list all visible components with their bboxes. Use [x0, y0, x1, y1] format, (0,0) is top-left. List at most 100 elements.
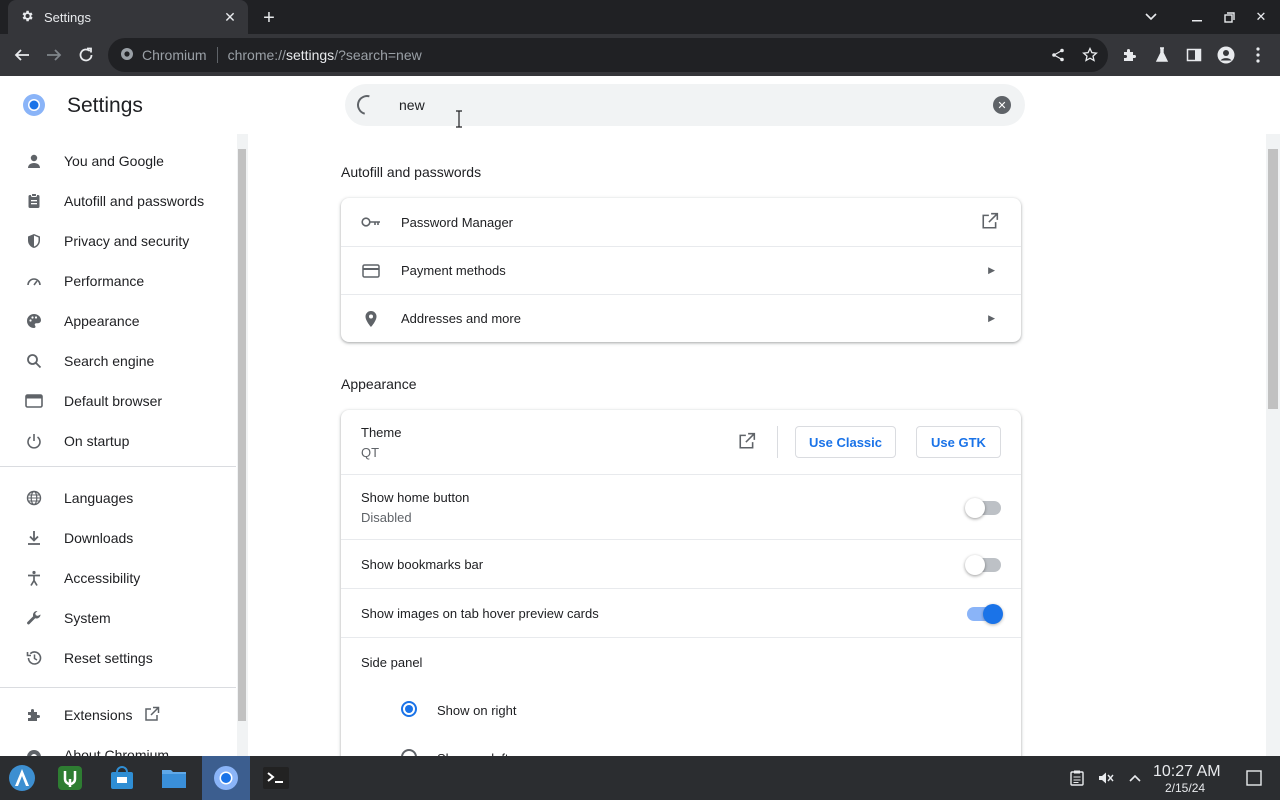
app-launcher-icon[interactable]: [6, 762, 38, 794]
chromium-taskbar-icon[interactable]: [202, 756, 250, 800]
main-scrollbar-thumb[interactable]: [1268, 149, 1278, 409]
toggle-knob: [965, 498, 985, 518]
row-divider: [341, 588, 1021, 589]
theme-value: QT: [361, 445, 380, 460]
sidebar-item-privacy[interactable]: Privacy and security: [0, 221, 236, 261]
sidebar-item-languages[interactable]: Languages: [0, 478, 236, 518]
bookmarks-bar-label: Show bookmarks bar: [361, 557, 484, 572]
use-classic-button[interactable]: Use Classic: [795, 426, 896, 458]
row-divider: [341, 637, 1021, 638]
sidebar-scrollbar-thumb[interactable]: [238, 149, 246, 721]
browser-toolbar: Chromium chrome://settings/?search=new: [0, 34, 1280, 76]
chromium-site-icon: [120, 47, 134, 64]
password-manager-row[interactable]: Password Manager: [341, 198, 1021, 246]
open-in-new-icon[interactable]: [738, 432, 758, 452]
bookmarks-bar-toggle[interactable]: [965, 555, 1001, 575]
sidebar-item-downloads[interactable]: Downloads: [0, 518, 236, 558]
settings-page: Settings ✕ You and Google Autofill and p…: [0, 76, 1280, 770]
clipboard-icon: [24, 191, 44, 211]
sidebar-divider: [0, 687, 236, 688]
chromium-icon: [24, 747, 44, 756]
open-in-new-icon: [981, 212, 1001, 232]
sidebar-item-performance[interactable]: Performance: [0, 261, 236, 301]
sidebar-item-label: Reset settings: [64, 650, 153, 666]
sidebar-item-default-browser[interactable]: Default browser: [0, 381, 236, 421]
browser-tab-strip: Settings ✕ + ✕: [0, 0, 1280, 34]
settings-search-box[interactable]: ✕: [345, 84, 1025, 126]
sidebar-item-accessibility[interactable]: Accessibility: [0, 558, 236, 598]
row-label: Addresses and more: [401, 311, 521, 326]
side-panel-label: Side panel: [361, 655, 423, 670]
palette-icon: [24, 311, 44, 331]
shield-icon: [24, 231, 44, 251]
side-panel-right-label: Show on right: [437, 703, 517, 718]
clock-date[interactable]: 2/15/24: [1165, 781, 1205, 795]
power-icon: [24, 431, 44, 451]
side-panel-icon[interactable]: [1183, 44, 1205, 66]
address-bar[interactable]: Chromium chrome://settings/?search=new: [108, 38, 1108, 72]
sidebar-item-system[interactable]: System: [0, 598, 236, 638]
use-gtk-button[interactable]: Use GTK: [916, 426, 1001, 458]
search-input[interactable]: [399, 97, 959, 113]
globe-icon: [24, 488, 44, 508]
sidebar-item-label: System: [64, 610, 111, 626]
maximize-icon[interactable]: [1219, 7, 1239, 27]
sidebar-item-label: Autofill and passwords: [64, 193, 205, 209]
open-in-new-icon: [144, 706, 160, 725]
puzzle-icon: [24, 705, 44, 725]
tray-expand-chevron-icon[interactable]: [1125, 768, 1145, 788]
wrench-icon: [24, 608, 44, 628]
tab-settings[interactable]: Settings ✕: [8, 0, 248, 34]
addresses-row[interactable]: Addresses and more ▶: [341, 295, 1021, 342]
sidebar-item-appearance[interactable]: Appearance: [0, 301, 236, 341]
sidebar-item-label: Extensions: [64, 707, 133, 723]
labs-flask-icon[interactable]: [1151, 44, 1173, 66]
profile-avatar-icon[interactable]: [1215, 44, 1237, 66]
sidebar-item-label: You and Google: [64, 153, 164, 169]
show-desktop-icon[interactable]: [1244, 768, 1264, 788]
bookmark-star-icon[interactable]: [1079, 44, 1101, 66]
terminal-icon[interactable]: [260, 762, 292, 794]
key-icon: [361, 212, 381, 232]
tab-close-icon[interactable]: ✕: [222, 9, 238, 25]
software-store-icon[interactable]: [106, 762, 138, 794]
clipboard-tray-icon[interactable]: [1067, 768, 1087, 788]
file-manager-icon[interactable]: [158, 762, 190, 794]
volume-muted-icon[interactable]: [1096, 768, 1116, 788]
back-arrow-icon[interactable]: [11, 44, 33, 66]
tab-hover-toggle[interactable]: [967, 604, 1003, 624]
sidebar-item-you-and-google[interactable]: You and Google: [0, 141, 236, 181]
reload-icon[interactable]: [75, 44, 97, 66]
sidebar-item-autofill[interactable]: Autofill and passwords: [0, 181, 236, 221]
close-window-icon[interactable]: ✕: [1251, 7, 1271, 27]
toggle-knob: [983, 604, 1003, 624]
row-label: Password Manager: [401, 214, 513, 230]
section-heading-appearance: Appearance: [341, 376, 417, 392]
share-icon[interactable]: [1047, 44, 1069, 66]
home-button-toggle[interactable]: [965, 498, 1001, 518]
sidebar-item-reset-settings[interactable]: Reset settings: [0, 638, 236, 678]
minimize-icon[interactable]: [1187, 7, 1207, 27]
accessibility-icon: [24, 568, 44, 588]
row-divider: [341, 474, 1021, 475]
payment-methods-row[interactable]: Payment methods ▶: [341, 247, 1021, 294]
sidebar-item-search-engine[interactable]: Search engine: [0, 341, 236, 381]
new-tab-button[interactable]: +: [258, 7, 280, 29]
tab-search-chevron-icon[interactable]: [1141, 7, 1161, 27]
clear-search-icon[interactable]: ✕: [993, 96, 1011, 114]
tab-hover-label: Show images on tab hover preview cards: [361, 606, 599, 621]
autofill-card: Password Manager Payment methods ▶ Addre…: [341, 198, 1021, 342]
clock-time[interactable]: 10:27 AM: [1153, 763, 1221, 781]
sidebar-item-extensions[interactable]: Extensions: [0, 695, 236, 735]
gear-icon: [20, 9, 34, 26]
side-panel-right-radio[interactable]: [401, 701, 417, 717]
settings-tool-icon[interactable]: [54, 762, 86, 794]
sidebar-item-on-startup[interactable]: On startup: [0, 421, 236, 461]
sidebar-item-about[interactable]: About Chromium: [0, 735, 236, 756]
forward-arrow-icon[interactable]: [43, 44, 65, 66]
menu-kebab-icon[interactable]: [1247, 44, 1269, 66]
browser-icon: [24, 391, 44, 411]
sidebar-item-label: Languages: [64, 490, 134, 506]
extensions-puzzle-icon[interactable]: [1119, 44, 1141, 66]
settings-sidebar: You and Google Autofill and passwords Pr…: [0, 134, 236, 756]
